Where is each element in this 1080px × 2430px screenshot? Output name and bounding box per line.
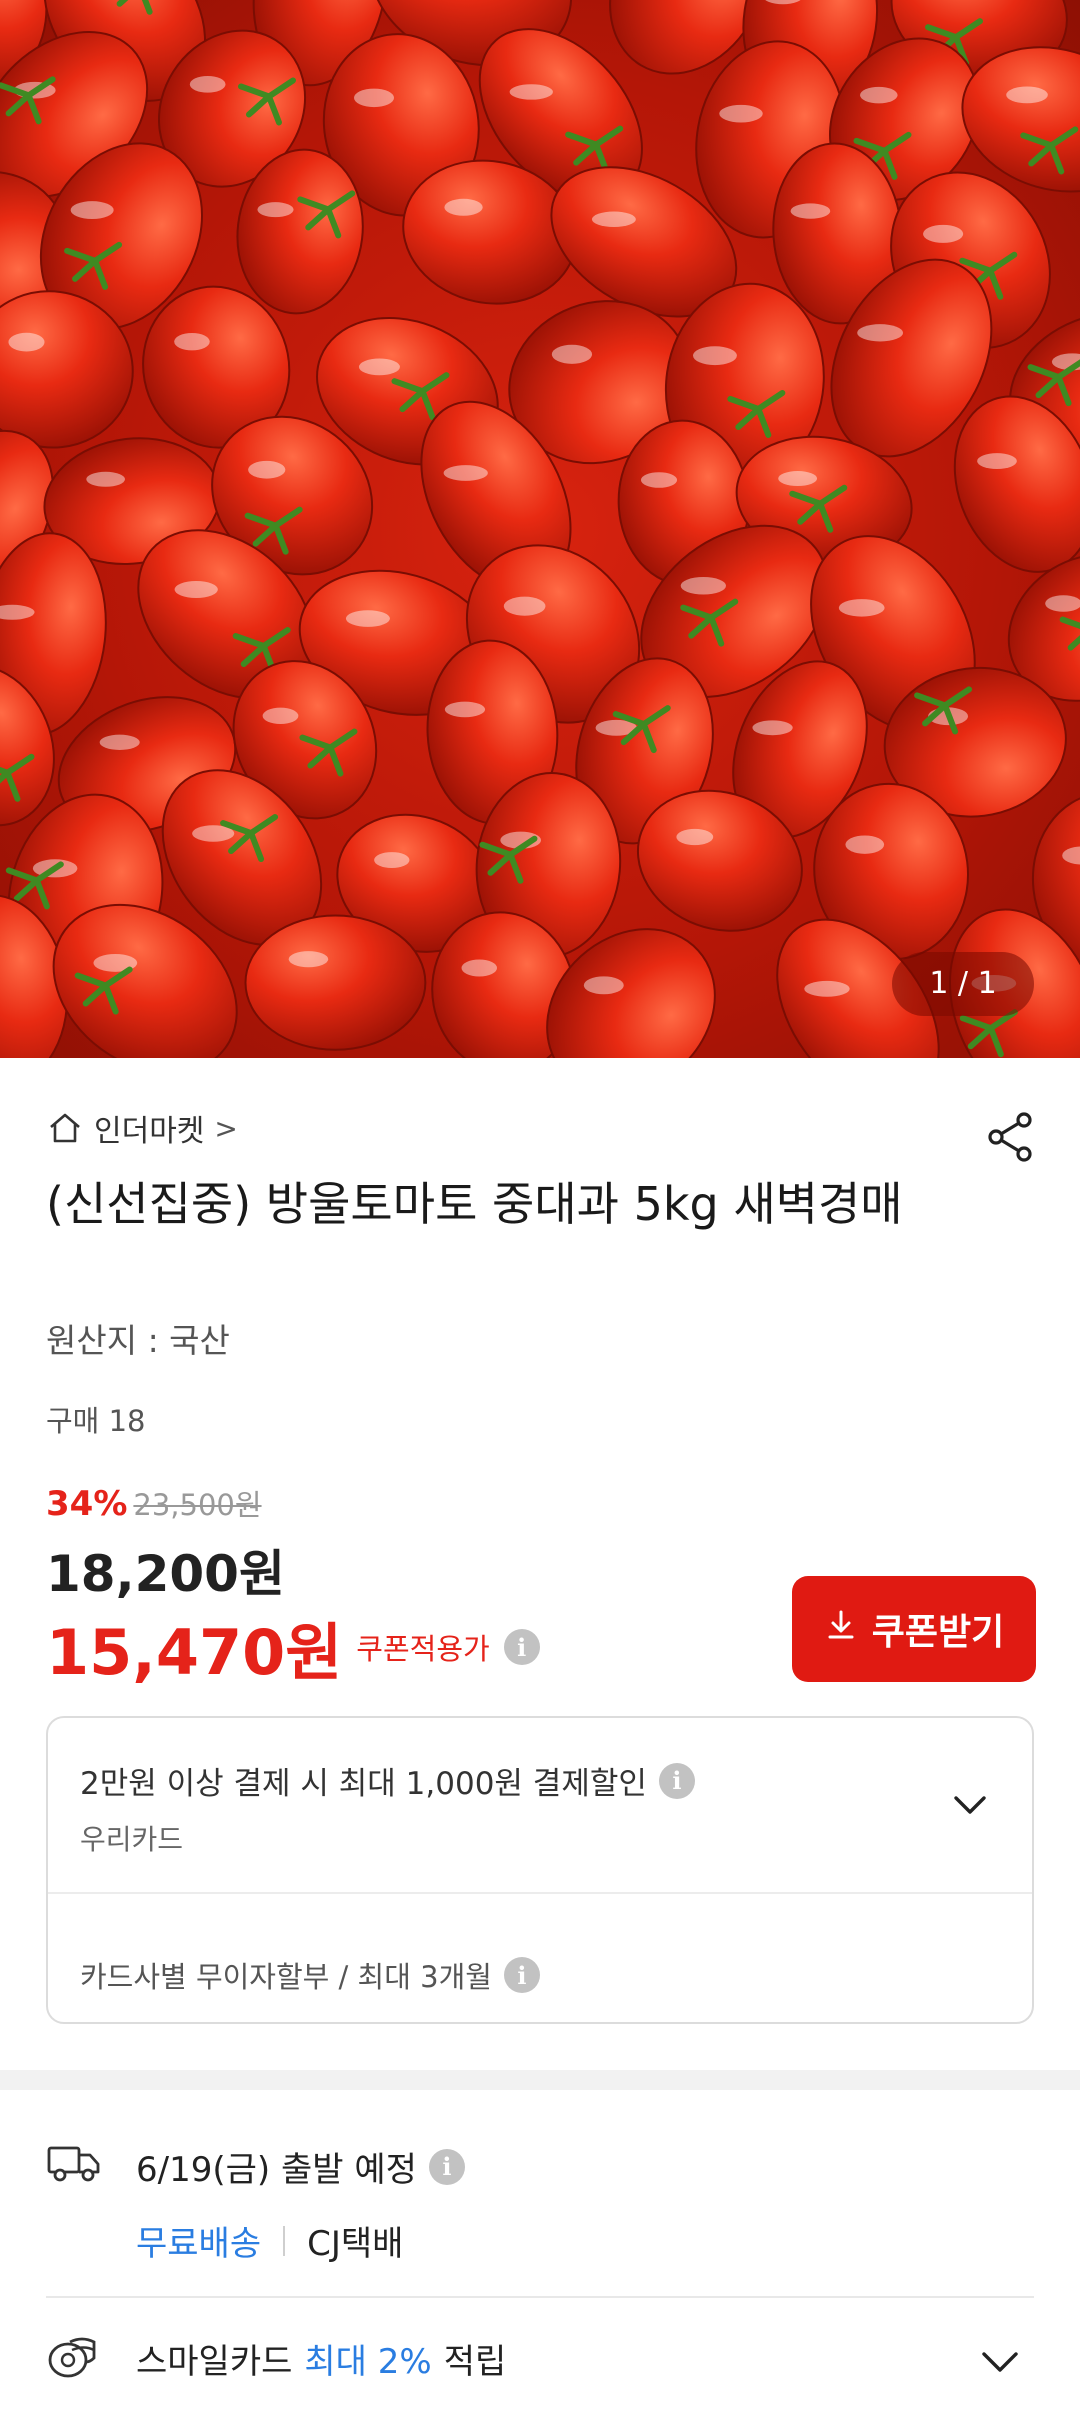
tomato-highlight bbox=[288, 951, 329, 968]
tomato-highlight bbox=[640, 472, 678, 488]
tomato-highlight bbox=[189, 75, 226, 93]
installment-text: 카드사별 무이자할부 / 최대 3개월 bbox=[80, 1960, 492, 1994]
tomato-highlight bbox=[509, 84, 553, 100]
product-image[interactable]: 1 / 1 bbox=[0, 0, 1080, 1058]
original-price: 23,500원 bbox=[133, 1488, 262, 1522]
shipping-method-line: 무료배송 CJ택배 bbox=[136, 2216, 403, 2265]
info-icon[interactable]: i bbox=[503, 1957, 540, 1993]
tomato-highlight bbox=[461, 959, 498, 977]
shipping-date-line: 6/19(금) 출발 예정 i bbox=[136, 2142, 465, 2191]
tomato-highlight bbox=[444, 701, 486, 718]
tomato-highlight bbox=[778, 471, 818, 487]
card-discount-text: 2만원 이상 결제 시 최대 1,000원 결제할인 bbox=[80, 1766, 647, 1802]
coin-stack-icon bbox=[46, 2330, 100, 2384]
tomato-highlight bbox=[262, 707, 299, 725]
tomato-highlight bbox=[591, 211, 636, 228]
tomato-highlight bbox=[353, 88, 395, 108]
smile-card-rate: 최대 2% bbox=[304, 2342, 432, 2382]
smile-card-reward[interactable]: 스마일카드 최대 2% 적립 bbox=[136, 2334, 506, 2383]
smile-card-suffix: 적립 bbox=[443, 2342, 507, 2382]
share-icon[interactable] bbox=[982, 1108, 1040, 1166]
tomato-highlight bbox=[719, 104, 763, 123]
tomato-highlight bbox=[676, 828, 714, 846]
installment-line: 카드사별 무이자할부 / 최대 3개월 i bbox=[80, 1954, 540, 1996]
card-benefit-box: 2만원 이상 결제 시 최대 1,000원 결제할인 i 우리카드 카드사별 무… bbox=[46, 1716, 1034, 2024]
tomato-highlight bbox=[374, 852, 410, 869]
store-name: 인더마켓 bbox=[94, 1114, 205, 1149]
chevron-down-icon[interactable] bbox=[978, 2340, 1022, 2388]
tomato-highlight bbox=[99, 734, 140, 750]
tomato-highlight bbox=[752, 720, 793, 736]
truck-icon bbox=[46, 2140, 102, 2188]
coupon-price-label: 쿠폰적용가 bbox=[356, 1632, 490, 1666]
tomato-highlight bbox=[923, 224, 964, 243]
card-name: 우리카드 bbox=[80, 1823, 184, 1856]
tomato-highlight bbox=[845, 835, 885, 854]
tomato-highlight bbox=[8, 332, 45, 352]
section-divider bbox=[0, 2070, 1080, 2090]
info-icon[interactable]: i bbox=[503, 1629, 540, 1665]
sale-price: 18,200원 bbox=[46, 1545, 285, 1603]
tomato-highlight bbox=[443, 465, 488, 481]
card-discount-line: 2만원 이상 결제 시 최대 1,000원 결제할인 i bbox=[80, 1758, 695, 1803]
card-discount-section[interactable]: 2만원 이상 결제 시 최대 1,000원 결제할인 i 우리카드 bbox=[48, 1718, 1032, 1894]
get-coupon-button[interactable]: 쿠폰받기 bbox=[792, 1576, 1036, 1682]
separator bbox=[283, 2225, 286, 2256]
tomato-highlight bbox=[86, 471, 125, 487]
courier-name: CJ택배 bbox=[307, 2224, 404, 2264]
tomato-highlight bbox=[680, 576, 727, 595]
tomato-highlight bbox=[444, 198, 483, 216]
tomato-highlight bbox=[551, 344, 593, 364]
info-icon[interactable]: i bbox=[658, 1762, 695, 1799]
smile-card-prefix: 스마일카드 bbox=[136, 2342, 293, 2382]
home-icon bbox=[46, 1109, 84, 1147]
tomato-highlight bbox=[358, 358, 400, 376]
image-counter: 1 / 1 bbox=[892, 952, 1034, 1016]
tomato-highlight bbox=[248, 460, 286, 479]
tomato-highlight bbox=[804, 980, 850, 997]
tomato-highlight bbox=[977, 453, 1017, 470]
tomato-highlight bbox=[838, 599, 885, 617]
product-photo-tomatoes bbox=[0, 0, 1080, 1058]
tomato-highlight bbox=[583, 976, 624, 995]
tomato-shape bbox=[244, 914, 427, 1051]
info-icon[interactable]: i bbox=[428, 2148, 465, 2185]
purchase-count: 구매 18 bbox=[46, 1404, 146, 1438]
tomato-highlight bbox=[693, 346, 737, 366]
product-title: (신선집중) 방울토마토 중대과 5kg 새벽경매 bbox=[46, 1177, 903, 1231]
product-origin: 원산지 : 국산 bbox=[46, 1321, 230, 1360]
tomato-highlight bbox=[257, 202, 294, 218]
row-divider bbox=[46, 2296, 1034, 2298]
tomato-highlight bbox=[174, 580, 218, 598]
free-shipping-label: 무료배송 bbox=[136, 2224, 262, 2264]
departure-date: 6/19(금) 출발 예정 bbox=[136, 2150, 417, 2190]
get-coupon-label: 쿠폰받기 bbox=[871, 1612, 1005, 1653]
download-icon bbox=[824, 1608, 858, 1651]
coupon-price: 15,470원 bbox=[46, 1616, 343, 1689]
tomato-highlight bbox=[1006, 86, 1048, 104]
discount-row: 34% 23,500원 bbox=[46, 1482, 262, 1524]
tomato-highlight bbox=[174, 332, 210, 351]
chevron-right-icon: > bbox=[214, 1111, 238, 1145]
tomato-highlight bbox=[70, 201, 114, 220]
tomato-highlight bbox=[857, 324, 904, 342]
tomato-highlight bbox=[860, 86, 898, 104]
coupon-price-row: 15,470원 쿠폰적용가 i bbox=[46, 1602, 540, 1692]
tomato-highlight bbox=[345, 610, 390, 627]
tomato-highlight bbox=[503, 596, 546, 616]
tomato-highlight bbox=[790, 203, 831, 219]
store-link[interactable]: 인더마켓 > bbox=[46, 1108, 238, 1149]
chevron-down-icon[interactable] bbox=[948, 1782, 992, 1830]
discount-rate: 34% bbox=[46, 1484, 128, 1524]
